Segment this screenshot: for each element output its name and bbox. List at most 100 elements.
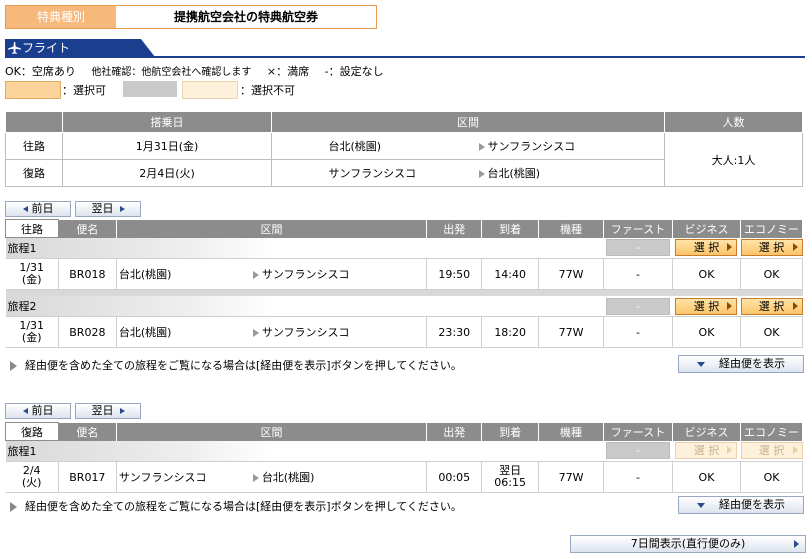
route-to: 台北(桃園) xyxy=(487,167,541,180)
first-unavailable: - xyxy=(605,297,670,315)
summary-pax: 大人:1人 xyxy=(664,132,803,187)
col-first: ファースト xyxy=(603,219,673,238)
itinerary-summary: 搭乗日 区間 人数 往路 1月31日(金) 台北(桃園) サンフランシスコ 大人:… xyxy=(5,111,803,187)
flight-arr: 18:20 xyxy=(481,316,540,348)
summary-row: 往路 1月31日(金) 台北(桃園) サンフランシスコ 大人:1人 xyxy=(5,132,803,187)
select-economy-button[interactable]: 選 択 xyxy=(740,239,803,257)
outbound-via-note: 経由便を含めた全ての旅程をご覧になる場合は[経由便を表示]ボタンを押してください… xyxy=(10,357,462,373)
col-first: ファースト xyxy=(603,422,673,441)
selectable-swatch xyxy=(5,81,61,99)
triangle-right-icon xyxy=(727,446,733,455)
col-dep: 出発 xyxy=(426,422,483,441)
first-unavailable: - xyxy=(605,239,670,257)
col-economy: エコノミー xyxy=(740,219,803,238)
first-unavailable: - xyxy=(605,442,670,460)
outbound-prev-day-button[interactable]: 前日 xyxy=(5,201,71,217)
summary-row-route: 台北(桃園) サンフランシスコ xyxy=(271,132,665,160)
flight-business: OK xyxy=(672,258,742,290)
inbound-via-note: 経由便を含めた全ての旅程をご覧になる場合は[経由便を表示]ボタンを押してください… xyxy=(10,498,462,514)
col-direction: 復路 xyxy=(5,422,59,441)
summary-row-route: サンフランシスコ 台北(桃園) xyxy=(271,159,665,187)
chevron-down-icon xyxy=(697,502,705,508)
trip-row: 旅程2 - 選 択 選 択 xyxy=(5,296,803,317)
triangle-right-icon xyxy=(10,502,17,512)
inbound-flight-table: 復路 便名 区間 出発 到着 機種 ファースト ビジネス エコノミー 旅程1 -… xyxy=(5,422,803,493)
outbound-next-day-button[interactable]: 翌日 xyxy=(75,201,141,217)
inbound-show-via-button[interactable]: 経由便を表示 xyxy=(678,496,804,514)
summary-row-date: 2月4日(火) xyxy=(62,159,272,187)
col-business: ビジネス xyxy=(672,422,742,441)
summary-row-date: 1月31日(金) xyxy=(62,132,272,160)
summary-header-pax: 人数 xyxy=(664,111,803,133)
legend-ok: OK：空席あり xyxy=(5,65,76,78)
trip-row: 旅程1 - 選 択 選 択 xyxy=(5,237,803,259)
arrow-right-icon xyxy=(478,143,485,151)
triangle-right-icon xyxy=(10,361,17,371)
not-selectable-label: ：選択不可 xyxy=(240,84,295,97)
col-business: ビジネス xyxy=(672,219,742,238)
select-business-button[interactable]: 選 択 xyxy=(675,239,738,257)
flight-business: OK xyxy=(672,316,742,348)
flight-row: 1/31 (金) BR028 台北(桃園) サンフランシスコ 23:30 18:20… xyxy=(5,316,803,348)
airplane-icon xyxy=(8,42,21,54)
trip-label: 旅程1 xyxy=(5,237,604,259)
flight-first: - xyxy=(603,461,673,493)
col-type: 機種 xyxy=(538,219,604,238)
flight-first: - xyxy=(603,316,673,348)
flight-number: BR018 xyxy=(58,258,117,290)
award-type-value: 提携航空会社の特典航空券 xyxy=(116,5,377,29)
col-route: 区間 xyxy=(116,219,428,238)
triangle-right-icon xyxy=(792,301,798,310)
arrow-right-icon xyxy=(478,170,485,178)
flight-dep: 23:30 xyxy=(426,316,483,348)
select-business-button: 選 択 xyxy=(675,442,738,460)
summary-header-date: 搭乗日 xyxy=(62,111,272,133)
legend-full: ×：満席 xyxy=(266,65,310,78)
flight-type: 77W xyxy=(538,316,604,348)
selectable-label: ：選択可 xyxy=(62,84,106,97)
flight-economy: OK xyxy=(740,258,803,290)
chevron-right-icon xyxy=(119,408,125,414)
trip-row: 旅程1 - 選 択 選 択 xyxy=(5,440,803,462)
flight-dep: 19:50 xyxy=(426,258,483,290)
award-type-label: 特典種別 xyxy=(5,5,117,29)
summary-row-label: 往路 xyxy=(5,132,63,160)
flight-date: 1/31 (金) xyxy=(5,316,59,348)
flight-first: - xyxy=(603,258,673,290)
route-from: 台北(桃園) xyxy=(328,140,382,153)
select-economy-button: 選 択 xyxy=(740,442,803,460)
triangle-right-icon xyxy=(727,301,733,310)
seven-day-view-button[interactable]: 7日間表示(直行便のみ) xyxy=(570,535,806,553)
col-arr: 到着 xyxy=(481,219,540,238)
col-type: 機種 xyxy=(538,422,604,441)
col-arr: 到着 xyxy=(481,422,540,441)
col-flight-no: 便名 xyxy=(58,422,117,441)
availability-legend: OK：空席あり 他社確認：他航空会社へ確認します ×：満席 -：設定なし xyxy=(5,63,384,79)
trip-label: 旅程2 xyxy=(5,296,604,317)
flight-row: 2/4 (火) BR017 サンフランシスコ 台北(桃園) 00:05 翌日 06:1… xyxy=(5,461,803,493)
chevron-down-icon xyxy=(697,361,705,367)
flight-economy: OK xyxy=(740,316,803,348)
arrow-right-icon xyxy=(252,271,259,279)
legend-other: 他社確認：他航空会社へ確認します xyxy=(91,67,252,78)
select-economy-button[interactable]: 選 択 xyxy=(740,297,803,315)
flight-business: OK xyxy=(672,461,742,493)
flight-row: 1/31 (金) BR018 台北(桃園) サンフランシスコ 19:50 14:40… xyxy=(5,258,803,290)
summary-row-label: 復路 xyxy=(5,159,63,187)
outbound-show-via-button[interactable]: 経由便を表示 xyxy=(678,355,804,373)
flight-economy: OK xyxy=(740,461,803,493)
col-route: 区間 xyxy=(116,422,428,441)
inbound-next-day-button[interactable]: 翌日 xyxy=(75,403,141,419)
inbound-prev-day-button[interactable]: 前日 xyxy=(5,403,71,419)
col-direction: 往路 xyxy=(5,219,59,238)
flight-arr: 14:40 xyxy=(481,258,540,290)
flight-route: サンフランシスコ 台北(桃園) xyxy=(116,461,428,493)
select-business-button[interactable]: 選 択 xyxy=(675,297,738,315)
trip-label: 旅程1 xyxy=(5,440,604,462)
chevron-right-icon xyxy=(794,540,799,548)
flight-tab-label: フライト xyxy=(22,41,71,55)
tab-underline xyxy=(5,56,805,58)
flight-type: 77W xyxy=(538,461,604,493)
chevron-left-icon xyxy=(22,408,28,414)
flight-dep: 00:05 xyxy=(426,461,483,493)
